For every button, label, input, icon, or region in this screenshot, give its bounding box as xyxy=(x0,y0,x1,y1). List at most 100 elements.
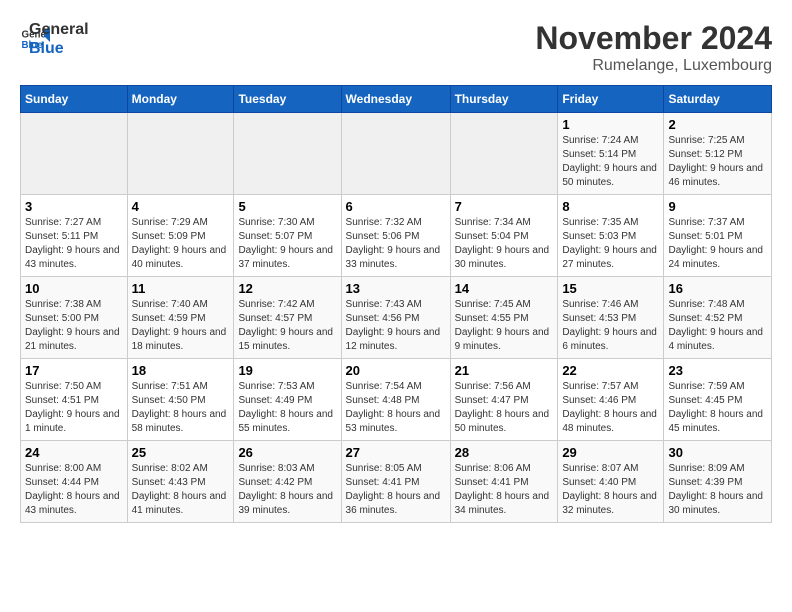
day-number: 1 xyxy=(562,117,659,132)
day-detail: Sunrise: 7:42 AMSunset: 4:57 PMDaylight:… xyxy=(238,298,336,354)
logo: General Blue General Blue xyxy=(20,20,89,58)
calendar-cell xyxy=(234,113,341,195)
calendar-cell: 9 Sunrise: 7:37 AMSunset: 5:01 PMDayligh… xyxy=(664,195,772,277)
header-day-friday: Friday xyxy=(558,86,664,113)
day-number: 18 xyxy=(132,363,230,378)
week-row-4: 17 Sunrise: 7:50 AMSunset: 4:51 PMDaylig… xyxy=(21,359,772,441)
logo-general: General xyxy=(29,20,89,39)
calendar-cell: 10 Sunrise: 7:38 AMSunset: 5:00 PMDaylig… xyxy=(21,277,128,359)
calendar-table: SundayMondayTuesdayWednesdayThursdayFrid… xyxy=(20,85,772,523)
day-detail: Sunrise: 7:46 AMSunset: 4:53 PMDaylight:… xyxy=(562,298,659,354)
location: Rumelange, Luxembourg xyxy=(535,57,772,75)
calendar-cell: 2 Sunrise: 7:25 AMSunset: 5:12 PMDayligh… xyxy=(664,113,772,195)
day-number: 13 xyxy=(346,281,446,296)
day-detail: Sunrise: 7:50 AMSunset: 4:51 PMDaylight:… xyxy=(25,380,123,436)
calendar-cell: 5 Sunrise: 7:30 AMSunset: 5:07 PMDayligh… xyxy=(234,195,341,277)
calendar-cell: 23 Sunrise: 7:59 AMSunset: 4:45 PMDaylig… xyxy=(664,359,772,441)
day-number: 21 xyxy=(455,363,554,378)
day-number: 8 xyxy=(562,199,659,214)
day-detail: Sunrise: 7:54 AMSunset: 4:48 PMDaylight:… xyxy=(346,380,446,436)
calendar-cell xyxy=(127,113,234,195)
day-detail: Sunrise: 7:43 AMSunset: 4:56 PMDaylight:… xyxy=(346,298,446,354)
day-number: 5 xyxy=(238,199,336,214)
day-number: 16 xyxy=(668,281,767,296)
calendar-cell: 3 Sunrise: 7:27 AMSunset: 5:11 PMDayligh… xyxy=(21,195,128,277)
day-number: 30 xyxy=(668,445,767,460)
calendar-cell: 11 Sunrise: 7:40 AMSunset: 4:59 PMDaylig… xyxy=(127,277,234,359)
day-number: 23 xyxy=(668,363,767,378)
calendar-cell xyxy=(341,113,450,195)
day-detail: Sunrise: 7:57 AMSunset: 4:46 PMDaylight:… xyxy=(562,380,659,436)
day-number: 9 xyxy=(668,199,767,214)
day-number: 29 xyxy=(562,445,659,460)
calendar-cell: 24 Sunrise: 8:00 AMSunset: 4:44 PMDaylig… xyxy=(21,441,128,523)
day-number: 3 xyxy=(25,199,123,214)
day-number: 7 xyxy=(455,199,554,214)
day-detail: Sunrise: 8:07 AMSunset: 4:40 PMDaylight:… xyxy=(562,462,659,518)
week-row-2: 3 Sunrise: 7:27 AMSunset: 5:11 PMDayligh… xyxy=(21,195,772,277)
day-detail: Sunrise: 8:00 AMSunset: 4:44 PMDaylight:… xyxy=(25,462,123,518)
calendar-cell: 14 Sunrise: 7:45 AMSunset: 4:55 PMDaylig… xyxy=(450,277,558,359)
calendar-cell: 15 Sunrise: 7:46 AMSunset: 4:53 PMDaylig… xyxy=(558,277,664,359)
day-number: 26 xyxy=(238,445,336,460)
day-detail: Sunrise: 7:45 AMSunset: 4:55 PMDaylight:… xyxy=(455,298,554,354)
calendar-cell xyxy=(21,113,128,195)
calendar-cell: 13 Sunrise: 7:43 AMSunset: 4:56 PMDaylig… xyxy=(341,277,450,359)
day-number: 14 xyxy=(455,281,554,296)
calendar-cell: 26 Sunrise: 8:03 AMSunset: 4:42 PMDaylig… xyxy=(234,441,341,523)
day-detail: Sunrise: 7:29 AMSunset: 5:09 PMDaylight:… xyxy=(132,216,230,272)
day-detail: Sunrise: 7:35 AMSunset: 5:03 PMDaylight:… xyxy=(562,216,659,272)
day-detail: Sunrise: 7:59 AMSunset: 4:45 PMDaylight:… xyxy=(668,380,767,436)
day-detail: Sunrise: 7:48 AMSunset: 4:52 PMDaylight:… xyxy=(668,298,767,354)
header-day-monday: Monday xyxy=(127,86,234,113)
title-area: November 2024 Rumelange, Luxembourg xyxy=(535,20,772,75)
calendar-cell: 22 Sunrise: 7:57 AMSunset: 4:46 PMDaylig… xyxy=(558,359,664,441)
calendar-cell: 1 Sunrise: 7:24 AMSunset: 5:14 PMDayligh… xyxy=(558,113,664,195)
calendar-cell: 12 Sunrise: 7:42 AMSunset: 4:57 PMDaylig… xyxy=(234,277,341,359)
day-detail: Sunrise: 7:25 AMSunset: 5:12 PMDaylight:… xyxy=(668,134,767,190)
calendar-cell: 4 Sunrise: 7:29 AMSunset: 5:09 PMDayligh… xyxy=(127,195,234,277)
calendar-cell: 20 Sunrise: 7:54 AMSunset: 4:48 PMDaylig… xyxy=(341,359,450,441)
calendar-cell: 28 Sunrise: 8:06 AMSunset: 4:41 PMDaylig… xyxy=(450,441,558,523)
day-number: 11 xyxy=(132,281,230,296)
week-row-1: 1 Sunrise: 7:24 AMSunset: 5:14 PMDayligh… xyxy=(21,113,772,195)
calendar-cell: 18 Sunrise: 7:51 AMSunset: 4:50 PMDaylig… xyxy=(127,359,234,441)
calendar-cell xyxy=(450,113,558,195)
day-detail: Sunrise: 8:02 AMSunset: 4:43 PMDaylight:… xyxy=(132,462,230,518)
day-number: 27 xyxy=(346,445,446,460)
day-detail: Sunrise: 7:53 AMSunset: 4:49 PMDaylight:… xyxy=(238,380,336,436)
calendar-cell: 8 Sunrise: 7:35 AMSunset: 5:03 PMDayligh… xyxy=(558,195,664,277)
calendar-cell: 21 Sunrise: 7:56 AMSunset: 4:47 PMDaylig… xyxy=(450,359,558,441)
day-detail: Sunrise: 7:30 AMSunset: 5:07 PMDaylight:… xyxy=(238,216,336,272)
day-number: 28 xyxy=(455,445,554,460)
day-number: 24 xyxy=(25,445,123,460)
calendar-cell: 30 Sunrise: 8:09 AMSunset: 4:39 PMDaylig… xyxy=(664,441,772,523)
day-detail: Sunrise: 7:37 AMSunset: 5:01 PMDaylight:… xyxy=(668,216,767,272)
day-detail: Sunrise: 7:56 AMSunset: 4:47 PMDaylight:… xyxy=(455,380,554,436)
day-detail: Sunrise: 7:27 AMSunset: 5:11 PMDaylight:… xyxy=(25,216,123,272)
day-number: 10 xyxy=(25,281,123,296)
day-number: 4 xyxy=(132,199,230,214)
day-detail: Sunrise: 7:40 AMSunset: 4:59 PMDaylight:… xyxy=(132,298,230,354)
header-day-tuesday: Tuesday xyxy=(234,86,341,113)
day-detail: Sunrise: 7:24 AMSunset: 5:14 PMDaylight:… xyxy=(562,134,659,190)
day-detail: Sunrise: 8:05 AMSunset: 4:41 PMDaylight:… xyxy=(346,462,446,518)
day-number: 6 xyxy=(346,199,446,214)
day-number: 22 xyxy=(562,363,659,378)
header-row: SundayMondayTuesdayWednesdayThursdayFrid… xyxy=(21,86,772,113)
header-day-thursday: Thursday xyxy=(450,86,558,113)
week-row-5: 24 Sunrise: 8:00 AMSunset: 4:44 PMDaylig… xyxy=(21,441,772,523)
calendar-cell: 16 Sunrise: 7:48 AMSunset: 4:52 PMDaylig… xyxy=(664,277,772,359)
calendar-cell: 6 Sunrise: 7:32 AMSunset: 5:06 PMDayligh… xyxy=(341,195,450,277)
week-row-3: 10 Sunrise: 7:38 AMSunset: 5:00 PMDaylig… xyxy=(21,277,772,359)
header-day-wednesday: Wednesday xyxy=(341,86,450,113)
day-detail: Sunrise: 7:38 AMSunset: 5:00 PMDaylight:… xyxy=(25,298,123,354)
day-detail: Sunrise: 7:51 AMSunset: 4:50 PMDaylight:… xyxy=(132,380,230,436)
page-header: General Blue General Blue November 2024 … xyxy=(20,20,772,75)
day-detail: Sunrise: 7:32 AMSunset: 5:06 PMDaylight:… xyxy=(346,216,446,272)
calendar-header: SundayMondayTuesdayWednesdayThursdayFrid… xyxy=(21,86,772,113)
calendar-cell: 7 Sunrise: 7:34 AMSunset: 5:04 PMDayligh… xyxy=(450,195,558,277)
day-detail: Sunrise: 7:34 AMSunset: 5:04 PMDaylight:… xyxy=(455,216,554,272)
day-number: 19 xyxy=(238,363,336,378)
day-number: 2 xyxy=(668,117,767,132)
